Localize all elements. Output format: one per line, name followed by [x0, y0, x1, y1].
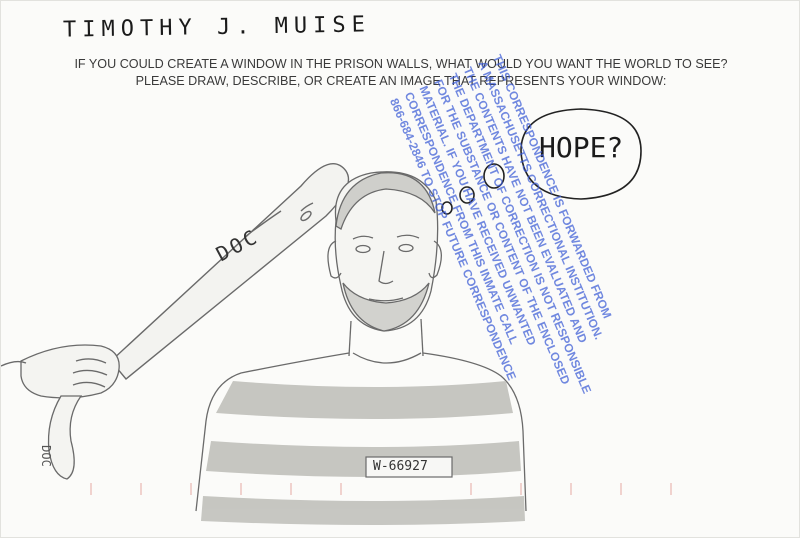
pencil-drawing: [1, 108, 672, 525]
baseball-bat: [110, 163, 350, 380]
wrist-strap: [47, 395, 83, 480]
postcard: TIMOTHY J. MUISE IF YOU COULD CREATE A W…: [0, 0, 800, 538]
prison-number-text: W-66927: [373, 459, 428, 474]
hand: [1, 344, 120, 399]
strap-text: DOC: [38, 445, 53, 467]
thought-bubble-text: HOPE?: [539, 131, 624, 164]
striped-shirt: [201, 381, 525, 525]
